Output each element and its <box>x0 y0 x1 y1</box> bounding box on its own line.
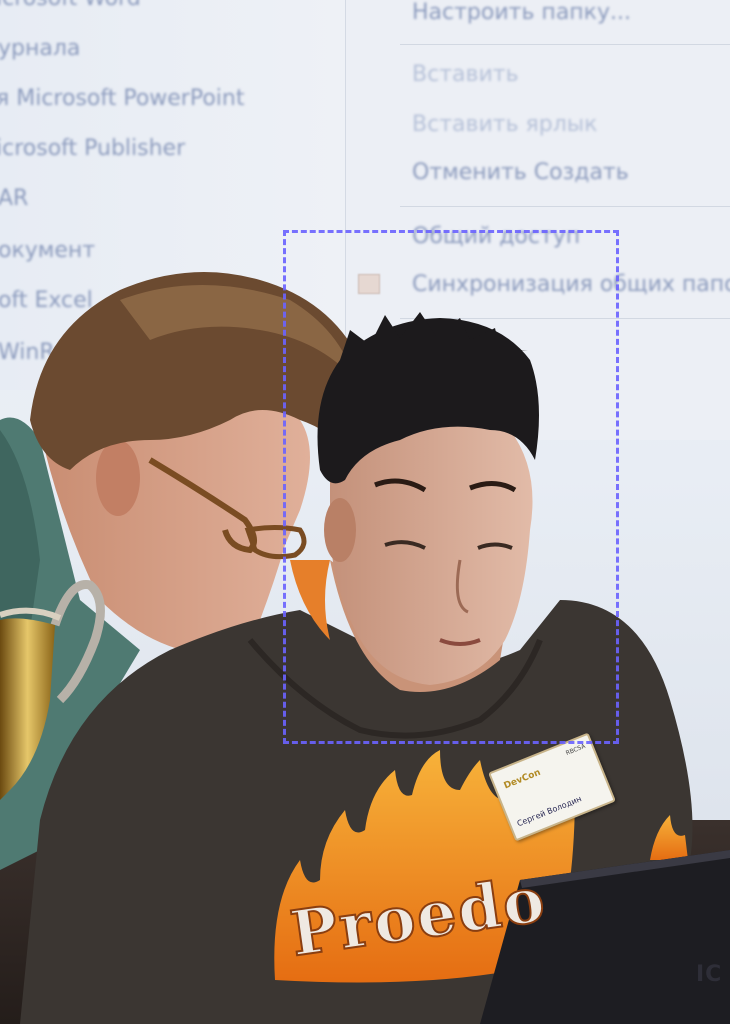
badge-event-code: RBCSA <box>564 742 587 758</box>
photo-scene: icrosoft Word урнала я Microsoft PowerPo… <box>0 0 730 1024</box>
laptop-brand-logo: IC <box>696 962 723 987</box>
badge-event-logo: DevCon <box>502 767 543 792</box>
selection-box <box>283 230 619 744</box>
